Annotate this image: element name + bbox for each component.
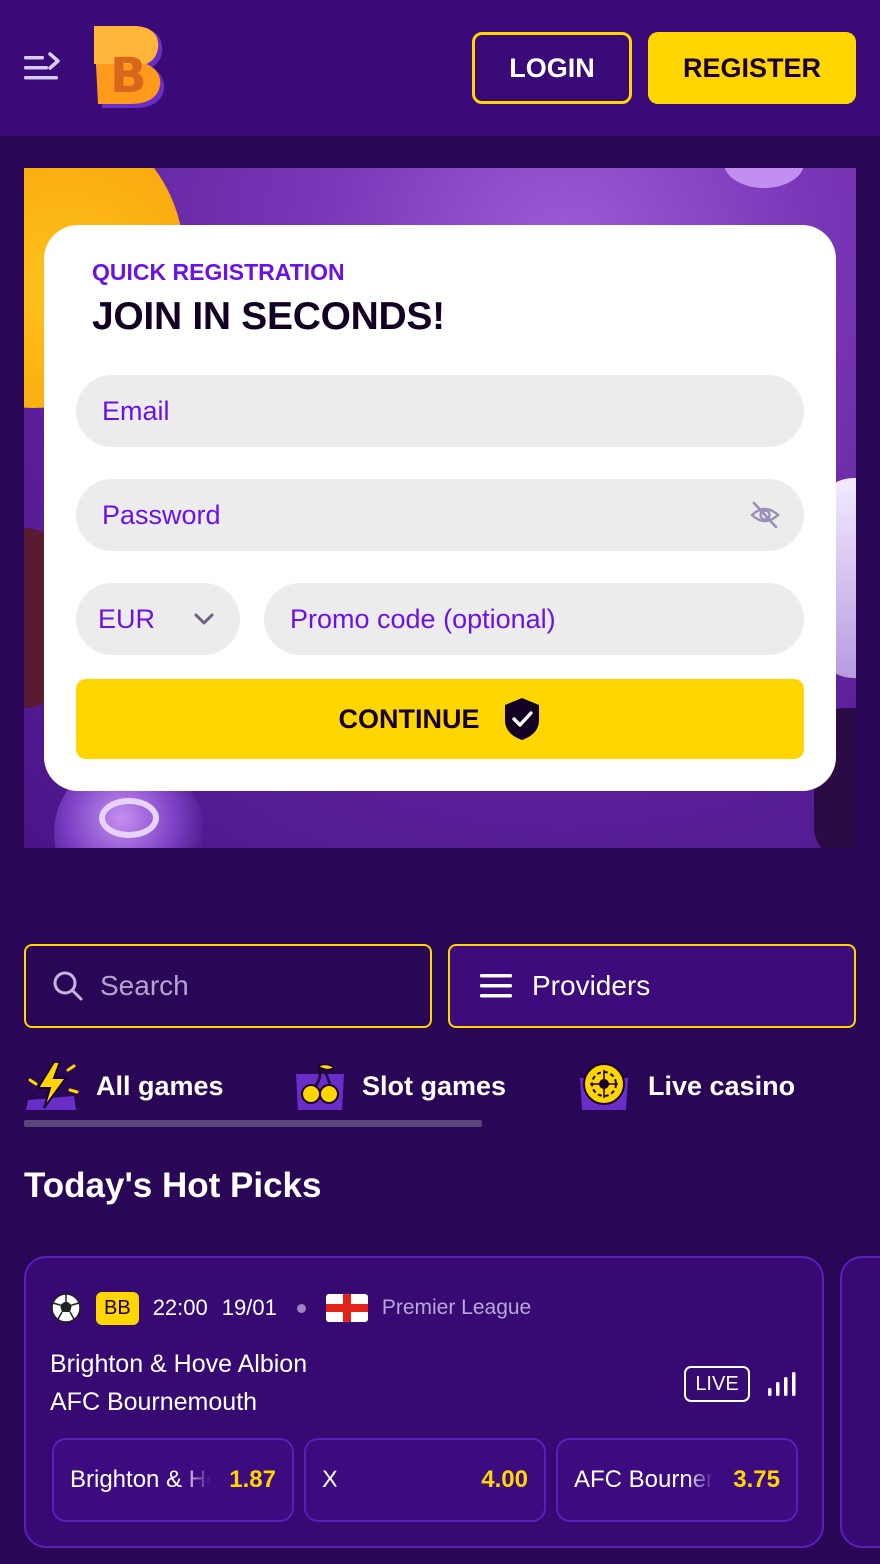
next-match-card[interactable] (840, 1256, 880, 1548)
match-date: 19/01 (221, 1295, 277, 1320)
soccer-ball-icon (51, 1293, 81, 1323)
odds-value: 1.87 (229, 1466, 276, 1493)
tab-label: Live casino (648, 1070, 796, 1101)
quick-registration-card: QUICK REGISTRATION JOIN IN SECONDS! EUR … (44, 225, 836, 791)
login-button[interactable]: LOGIN (472, 32, 632, 104)
match-meta: BB 22:00 19/01 Premier League (50, 1290, 531, 1326)
tab-label: Slot games (362, 1070, 507, 1101)
search-input[interactable] (100, 970, 380, 1002)
odds-home-button[interactable]: Brighton & Hove Albion 1.87 (52, 1438, 294, 1522)
top-header: B LOGIN REGISTER (0, 0, 880, 136)
providers-label: Providers (532, 970, 651, 1001)
league-name[interactable]: Premier League (382, 1296, 531, 1320)
promo-code-field[interactable] (264, 583, 804, 655)
game-category-tabs: All games Slot games Live casino (24, 1056, 880, 1116)
live-badge: LIVE (684, 1366, 750, 1402)
active-tab-indicator (24, 1120, 482, 1127)
registration-kicker: QUICK REGISTRATION (92, 259, 345, 285)
cherries-icon (296, 1063, 344, 1110)
england-flag-icon (325, 1294, 368, 1322)
promo-code-input[interactable] (264, 603, 804, 635)
register-button[interactable]: REGISTER (648, 32, 856, 104)
odds-label: AFC Bournemouth (574, 1466, 714, 1493)
tab-slot-games[interactable]: Slot games (294, 1056, 506, 1116)
currency-value: EUR (98, 603, 156, 634)
currency-select[interactable]: EUR (76, 583, 240, 655)
chevron-down-icon (194, 613, 214, 625)
tab-label: All games (96, 1070, 224, 1101)
away-team-name: AFC Bournemouth (50, 1388, 258, 1416)
odds-value: 3.75 (733, 1466, 780, 1493)
match-card[interactable]: BB 22:00 19/01 Premier League Brighton &… (24, 1256, 824, 1548)
password-field[interactable] (76, 479, 804, 551)
continue-label: CONTINUE (338, 703, 480, 734)
providers-button[interactable]: Providers (448, 944, 856, 1028)
list-icon (480, 974, 512, 998)
roulette-icon (580, 1063, 628, 1110)
stats-bars-icon[interactable] (768, 1372, 798, 1398)
tab-all-games[interactable]: All games (24, 1056, 224, 1116)
match-time: 22:00 (152, 1295, 208, 1320)
registration-title: JOIN IN SECONDS! (92, 295, 445, 338)
menu-icon[interactable] (24, 50, 60, 86)
home-team-name: Brighton & Hove Albion (50, 1350, 308, 1378)
odds-draw-button[interactable]: X 4.00 (304, 1438, 546, 1522)
email-input[interactable] (76, 395, 804, 427)
odds-away-button[interactable]: AFC Bournemouth 3.75 (556, 1438, 798, 1522)
search-icon (53, 971, 83, 1001)
banner-decoration (724, 168, 804, 188)
password-input[interactable] (76, 499, 804, 531)
brand-logo[interactable]: B (90, 26, 168, 110)
odds-label: X (322, 1466, 339, 1493)
odds-label: Brighton & Hove Albion (70, 1466, 210, 1493)
eye-off-icon[interactable] (750, 501, 780, 529)
separator-dot (296, 1303, 306, 1313)
hot-picks-title: Today's Hot Picks (24, 1166, 322, 1205)
odds-value: 4.00 (481, 1466, 528, 1493)
shield-check-icon (504, 698, 539, 740)
bb-badge: BB (96, 1291, 139, 1325)
continue-button[interactable]: CONTINUE (76, 679, 804, 759)
tab-live-casino[interactable]: Live casino (576, 1056, 795, 1116)
svg-text:B: B (110, 48, 147, 104)
search-field[interactable] (24, 944, 432, 1028)
banner-decoration (99, 798, 159, 838)
lightning-icon (26, 1061, 79, 1110)
email-field[interactable] (76, 375, 804, 447)
